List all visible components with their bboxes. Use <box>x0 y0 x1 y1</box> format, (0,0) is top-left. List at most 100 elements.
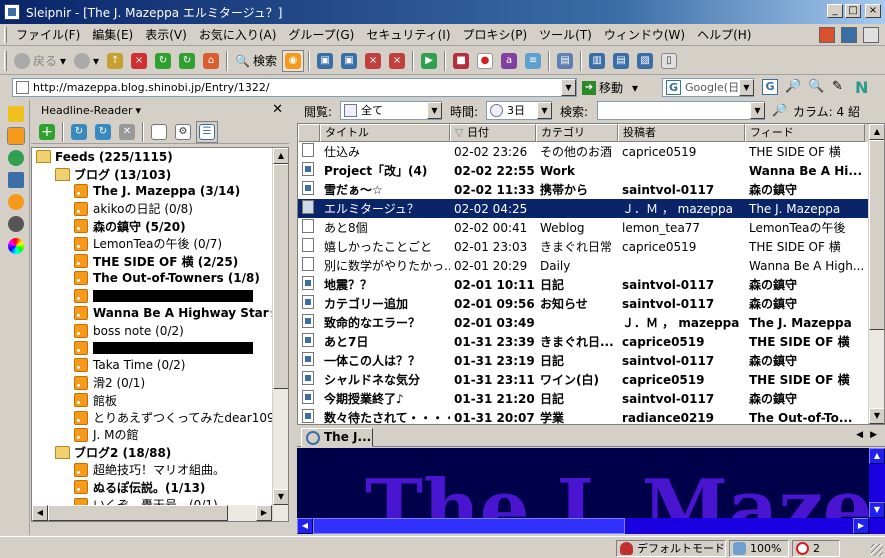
col-title[interactable]: タイトル <box>320 124 450 142</box>
maximize-button[interactable]: □ <box>845 4 861 18</box>
google-search-icon[interactable]: G <box>762 79 778 95</box>
scroll-down-button[interactable]: ▼ <box>869 408 884 424</box>
update-all-button[interactable]: ↻ <box>92 121 114 143</box>
view-filter-dropdown[interactable]: ▼ <box>427 102 442 119</box>
headline-row[interactable]: シャルドネな気分 01-31 23:11 ワイン(白) caprice0519 THE … <box>298 370 868 389</box>
note-button[interactable]: ▤ <box>554 50 576 72</box>
status-zoom[interactable]: 100% <box>729 540 789 557</box>
new-page-button[interactable] <box>148 121 170 143</box>
tree-icon[interactable] <box>8 172 24 188</box>
reload-button[interactable]: ↻ <box>152 50 174 72</box>
tree-feed[interactable]: boss note (0/2) <box>32 322 272 339</box>
menu-security[interactable]: セキュリティ(I) <box>360 26 456 43</box>
headline-row[interactable]: あと7日 01-31 23:39 きまぐれ日... caprice0519 THE SI… <box>298 332 868 351</box>
headline-row[interactable]: 雪だぁ～☆ 02-02 11:33 携帯から saintvol-0117 森の鎮守 <box>298 180 868 199</box>
rss-panel-icon[interactable] <box>7 127 25 145</box>
menu-view[interactable]: 表示(V) <box>139 26 193 43</box>
hscroll-thumb[interactable] <box>48 505 228 521</box>
cascade-button[interactable]: ▧ <box>634 50 656 72</box>
favorites-star-icon[interactable] <box>8 106 24 122</box>
toolbar-grip[interactable] <box>4 50 7 71</box>
preview-horizontal-scrollbar[interactable]: ◀ ▶ <box>297 518 869 534</box>
tab-scroll-left-icon[interactable]: ◀ <box>856 430 863 440</box>
scroll-down-button[interactable]: ▼ <box>869 502 885 518</box>
scroll-up-button[interactable]: ▲ <box>273 148 288 164</box>
new-window-button[interactable]: ▣ <box>314 50 336 72</box>
back-button[interactable]: 戻る ▾ <box>14 52 66 69</box>
search-input[interactable] <box>597 101 765 120</box>
tree-feed[interactable]: 館板 <box>32 391 272 408</box>
tree-feed[interactable]: Taka Time (0/2) <box>32 357 272 374</box>
tree-feed[interactable]: とりあえずつくってみたdear1093の交換 <box>32 409 272 426</box>
headline-row[interactable]: 別に数学がやりたかっ... 02-01 20:29 Daily Wanna Be A … <box>298 256 868 275</box>
search-go-icon[interactable]: 🔎 <box>772 103 787 117</box>
properties-button[interactable]: ⚙ <box>172 121 194 143</box>
eye-icon[interactable] <box>8 216 24 232</box>
duplicate-button[interactable]: ▣ <box>338 50 360 72</box>
tab-scroll-right-icon[interactable]: ▶ <box>870 430 877 440</box>
panel-menu-arrow-icon[interactable]: ▾ <box>136 104 142 117</box>
mdi-close-icon[interactable] <box>863 27 879 43</box>
status-mode[interactable]: デフォルトモード <box>616 540 726 557</box>
tree-folder[interactable]: ブログ2 (18/88) <box>32 444 272 461</box>
col-icon[interactable] <box>298 124 320 142</box>
scroll-down-button[interactable]: ▼ <box>273 489 288 505</box>
window-list-icon[interactable] <box>841 27 857 43</box>
tree-feed[interactable]: The Out-of-Towners (1/8) <box>32 270 272 287</box>
search-dropdown[interactable]: ▼ <box>750 102 765 119</box>
scroll-thumb[interactable] <box>273 164 288 389</box>
home-button[interactable]: ⌂ <box>200 50 222 72</box>
forward-button[interactable]: ▾ <box>74 52 99 69</box>
close-button[interactable]: × <box>865 4 881 18</box>
tree-feed[interactable] <box>32 287 272 304</box>
menu-favorites[interactable]: お気に入り(A) <box>193 26 283 43</box>
page-preview[interactable]: The J. Mazeppa ▲ ▼ ◀ ▶ <box>297 448 885 534</box>
headline-row[interactable]: 仕込み 02-02 23:26 その他のお酒 caprice0519 THE SIDE … <box>298 142 868 161</box>
translate-button[interactable]: ≡ <box>522 50 544 72</box>
close-left-button[interactable]: × <box>362 50 384 72</box>
scroll-thumb[interactable] <box>869 140 884 330</box>
find-icon[interactable]: 🔍 <box>808 79 824 94</box>
open-button[interactable]: ▶ <box>418 50 440 72</box>
tree-feed[interactable] <box>32 339 272 356</box>
stop-button[interactable]: × <box>128 50 150 72</box>
go-button[interactable]: ➜ 移動 ▾ <box>582 79 638 96</box>
list-vertical-scrollbar[interactable]: ▲ ▼ <box>868 124 884 424</box>
tree-vertical-scrollbar[interactable]: ▲ ▼ <box>272 148 288 521</box>
tree-feed[interactable]: 森の鎮守 (5/20) <box>32 218 272 235</box>
preview-vertical-scrollbar[interactable]: ▲ ▼ <box>869 448 885 534</box>
minimize-button[interactable]: _ <box>827 4 843 18</box>
headline-row[interactable]: 致命的なエラー？ 02-01 03:49 Ｊ．Ｍ ， mazeppa The J. M… <box>298 313 868 332</box>
pen-icon[interactable]: ✎ <box>832 79 843 94</box>
resize-grip[interactable] <box>871 544 883 556</box>
reload-all-button[interactable]: ↻ <box>176 50 198 72</box>
headline-row[interactable]: 一体この人は？？ 01-31 23:19 日記 saintvol-0117 森の鎮守 <box>298 351 868 370</box>
tree-feed[interactable]: 滑2 (0/1) <box>32 374 272 391</box>
headline-row[interactable]: 嬉しかったことごと 02-01 23:03 きまぐれ日常 caprice0519 THE… <box>298 237 868 256</box>
scroll-left-button[interactable]: ◀ <box>32 505 48 521</box>
menu-window[interactable]: ウィンドウ(W) <box>598 26 691 43</box>
scroll-up-button[interactable]: ▲ <box>869 124 884 140</box>
color-wheel-icon[interactable] <box>8 238 24 254</box>
encoding-button[interactable]: a <box>498 50 520 72</box>
tile-horizontal-button[interactable]: ▤ <box>610 50 632 72</box>
tree-feed[interactable]: The J. Mazeppa (3/14) <box>32 183 272 200</box>
tree-feed[interactable]: ぬるぽ伝説。(1/13) <box>32 478 272 495</box>
tree-horizontal-scrollbar[interactable]: ◀ ▶ <box>32 505 272 521</box>
update-button[interactable]: ↻ <box>68 121 90 143</box>
delete-button[interactable]: ✕ <box>116 121 138 143</box>
col-author[interactable]: 投稿者 <box>618 124 745 142</box>
menu-help[interactable]: ヘルプ(H) <box>691 26 757 43</box>
tree-feed[interactable]: J. Mの館 <box>32 426 272 443</box>
url-input[interactable]: http://mazeppa.blog.shinobi.jp/Entry/132… <box>12 78 577 97</box>
up-button[interactable]: ↑ <box>104 50 126 72</box>
headline-row[interactable]: Project「改」(4) 02-02 22:55 Work Wanna Be A H… <box>298 161 868 180</box>
menu-tools[interactable]: ツール(T) <box>533 26 598 43</box>
scroll-right-button[interactable]: ▶ <box>256 505 272 521</box>
panel-title[interactable]: Headline-Reader <box>41 104 133 117</box>
col-category[interactable]: カテゴリ <box>536 124 618 142</box>
menu-file[interactable]: ファイル(F) <box>10 26 86 43</box>
tile-button[interactable]: ▥ <box>586 50 608 72</box>
search-engine-dropdown[interactable]: ▼ <box>739 79 754 96</box>
tab-the-j-mazeppa[interactable]: The J... <box>301 428 373 447</box>
